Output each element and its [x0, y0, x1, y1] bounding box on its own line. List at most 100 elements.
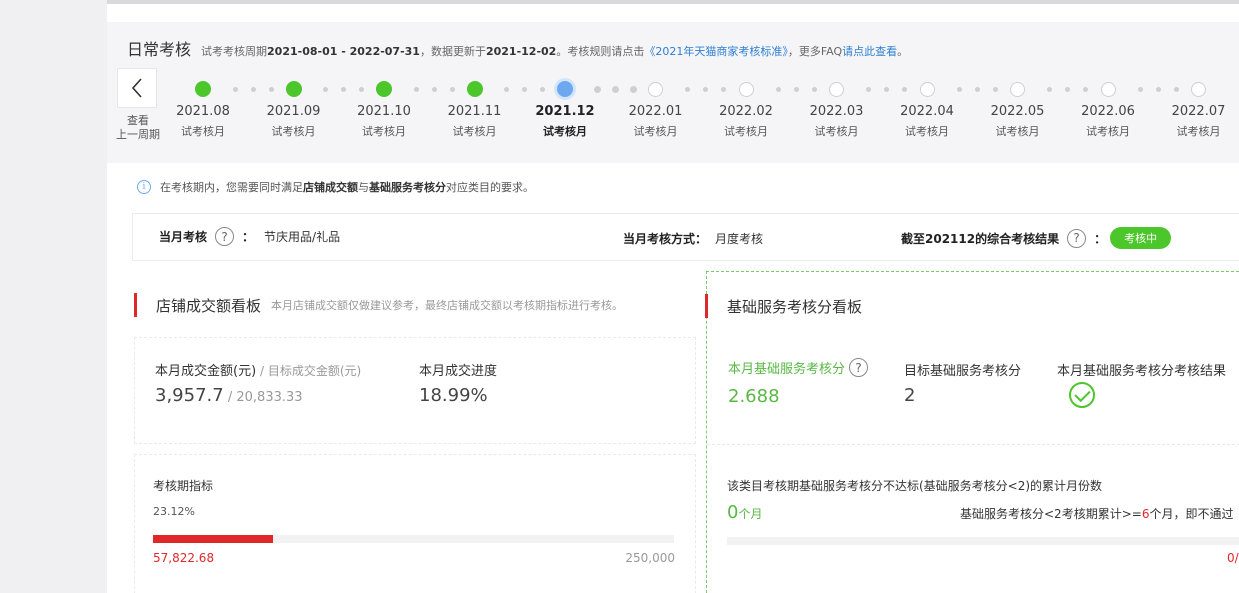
fail-month-card: 该类目考核期基础服务考核分不达标(基础服务考核分<2)的累计月份数 0个月 基础…	[707, 455, 1239, 593]
service-score-card: 本月基础服务考核分? 2.688 目标基础服务考核分 2 本月基础服务考核分考核…	[707, 338, 1239, 445]
notice-service: 基础服务考核分	[369, 181, 446, 194]
timeline-connector-dot	[866, 86, 871, 92]
fail-unit: 个月	[738, 507, 763, 521]
timeline-dot-2021.08[interactable]	[195, 81, 211, 97]
timeline-dot-2022.07[interactable]	[1191, 81, 1206, 97]
help-icon[interactable]: ?	[215, 227, 235, 246]
method-value: 月度考核	[715, 232, 764, 246]
left-gutter	[0, 0, 107, 593]
timeline-month-type: 试考核月	[995, 125, 1040, 138]
timeline-month-type: 试考核月	[543, 125, 587, 138]
timeline-dot-2022.01[interactable]	[648, 81, 663, 97]
timeline-connector-dot	[431, 86, 437, 92]
timeline-month: 2021.11	[447, 104, 502, 119]
info-icon: i	[137, 180, 151, 194]
timeline-item-2022.06[interactable]: 2022.06 试考核月	[1068, 104, 1148, 139]
result-label: 截至202112的综合考核结果	[901, 231, 1060, 246]
target-score-label: 目标基础服务考核分	[904, 364, 1022, 379]
timeline-month-type: 试考核月	[452, 125, 497, 138]
notice-mid: 与	[358, 181, 369, 194]
notice-post: 对应类目的要求。	[446, 181, 534, 194]
timeline-item-2021.09[interactable]: 2021.09 试考核月	[254, 104, 334, 139]
period-label: 考核期指标	[153, 479, 214, 493]
service-title: 基础服务考核分看板	[727, 297, 863, 316]
amount-number: 3,957.7	[155, 385, 224, 406]
timeline-connector-dot	[1137, 86, 1143, 92]
progress-label: 本月成交进度	[419, 364, 498, 379]
title-row: 日常考核 试考考核周期2021-08-01 - 2022-07-31，数据更新于…	[127, 36, 908, 60]
progress-value: 18.99%	[419, 385, 488, 406]
top-strip	[107, 4, 1239, 22]
score-value: 2.688	[728, 386, 780, 407]
timeline-connector-dot	[522, 86, 527, 92]
fail-month-value: 0个月	[727, 502, 762, 523]
notice-sales: 店铺成交额	[303, 181, 358, 194]
timeline-dot-2022.05[interactable]	[1010, 81, 1025, 97]
help-icon[interactable]: ?	[849, 358, 869, 377]
timeline-dot-2021.12[interactable]	[557, 81, 573, 97]
desc-updated: 2021-12-02	[485, 45, 557, 58]
timeline-item-2022.03[interactable]: 2022.03 试考核月	[797, 104, 877, 139]
timeline-month: 2021.12	[535, 104, 595, 119]
timeline-connector-dot	[593, 85, 601, 93]
result-colon: ：	[1094, 231, 1107, 246]
timeline-connector-dot	[611, 85, 619, 93]
sales-title: 店铺成交额看板	[156, 296, 262, 315]
fail-rule: 基础服务考核分<2考核期累计>=6个月，即不通过	[960, 505, 1233, 522]
assessment-summary-bar: 当月考核 ? ： 节庆用品/礼品 当月考核方式： 月度考核 截至202112的综…	[132, 213, 1239, 261]
assessment-header: 日常考核 试考考核周期2021-08-01 - 2022-07-31，数据更新于…	[107, 22, 1239, 163]
timeline-month-type: 试考核月	[724, 125, 768, 138]
timeline-dot-2022.04[interactable]	[919, 81, 935, 97]
timeline-item-2021.10[interactable]: 2021.10 试考核月	[344, 104, 424, 139]
period-indicator-card: 考核期指标 23.12% 57,822.68 250,000	[134, 454, 696, 593]
timeline-connector-dot	[341, 86, 346, 92]
timeline-connector-dot	[974, 86, 980, 92]
period-current-value: 57,822.68	[153, 551, 215, 565]
timeline-dot-2021.10[interactable]	[376, 81, 392, 97]
help-icon[interactable]: ?	[1067, 228, 1087, 248]
overall-result: 截至202112的综合考核结果 ? ： 考核中	[901, 227, 1172, 249]
timeline-connector-dot	[1047, 86, 1052, 92]
timeline-dot-2022.02[interactable]	[738, 81, 754, 97]
desc-suffix: 。	[897, 45, 909, 58]
timeline-dot-2021.09[interactable]	[285, 81, 302, 97]
timeline-item-2021.12[interactable]: 2021.12 试考核月	[525, 104, 605, 139]
timeline-connector-dot	[811, 86, 817, 92]
timeline-item-2021.11[interactable]: 2021.11 试考核月	[435, 104, 515, 139]
timeline-connector-dot	[323, 86, 328, 92]
timeline-connector-dot	[1173, 86, 1179, 92]
timeline-dot-2021.11[interactable]	[466, 81, 483, 97]
timeline-connector-dot	[1065, 86, 1070, 92]
period-description: 试考考核周期2021-08-01 - 2022-07-31，数据更新于2021-…	[201, 43, 908, 59]
fail-progress-bar	[727, 537, 1239, 545]
faq-link[interactable]: 请点此查看	[842, 45, 897, 58]
timeline-month-type: 试考核月	[814, 125, 859, 138]
rule-link[interactable]: 《2021年天猫商家考核标准》	[644, 45, 788, 58]
timeline-month: 2022.07	[1171, 104, 1226, 119]
timeline-item-2022.01[interactable]: 2022.01 试考核月	[616, 104, 696, 139]
sales-description: 本月店铺成交额仅做建议参考，最终店铺成交额以考核期指标进行考核。	[271, 299, 624, 312]
monthly-sales-card: 本月成交金额(元) / 目标成交金额(元) 3,957.7 / 20,833.3…	[134, 337, 696, 444]
timeline-item-2021.08[interactable]: 2021.08 试考核月	[163, 104, 243, 139]
timeline-item-2022.04[interactable]: 2022.04 试考核月	[887, 104, 967, 139]
timeline-connector-dot	[793, 86, 799, 92]
fail-count: 0	[727, 502, 739, 523]
timeline-dot-2022.06[interactable]	[1100, 81, 1116, 97]
prev-period-label[interactable]: 查看 上一周期	[111, 114, 165, 142]
timeline-connector-dot	[268, 86, 274, 92]
score-label-text: 本月基础服务考核分	[728, 362, 846, 377]
desc-prefix: 试考考核周期	[201, 45, 268, 58]
timeline-dot-2022.03[interactable]	[829, 81, 844, 97]
timeline-month-type: 试考核月	[1176, 125, 1221, 138]
fail-progress-value: 0/	[1227, 551, 1239, 565]
timeline-item-2022.05[interactable]: 2022.05 试考核月	[978, 104, 1058, 139]
timeline-item-2022.02[interactable]: 2022.02 试考核月	[706, 104, 786, 139]
timeline-connector-dot	[449, 86, 455, 92]
timeline-connector-dot	[232, 86, 238, 92]
target-label-text: / 目标成交金额(元)	[256, 364, 362, 378]
timeline-item-2022.07[interactable]: 2022.07 试考核月	[1159, 104, 1239, 139]
amount-label-text: 本月成交金额(元)	[155, 364, 257, 379]
amount-value: 3,957.7 / 20,833.33	[155, 385, 303, 406]
period-percent: 23.12%	[153, 505, 195, 518]
period-target-value: 250,000	[625, 551, 675, 565]
